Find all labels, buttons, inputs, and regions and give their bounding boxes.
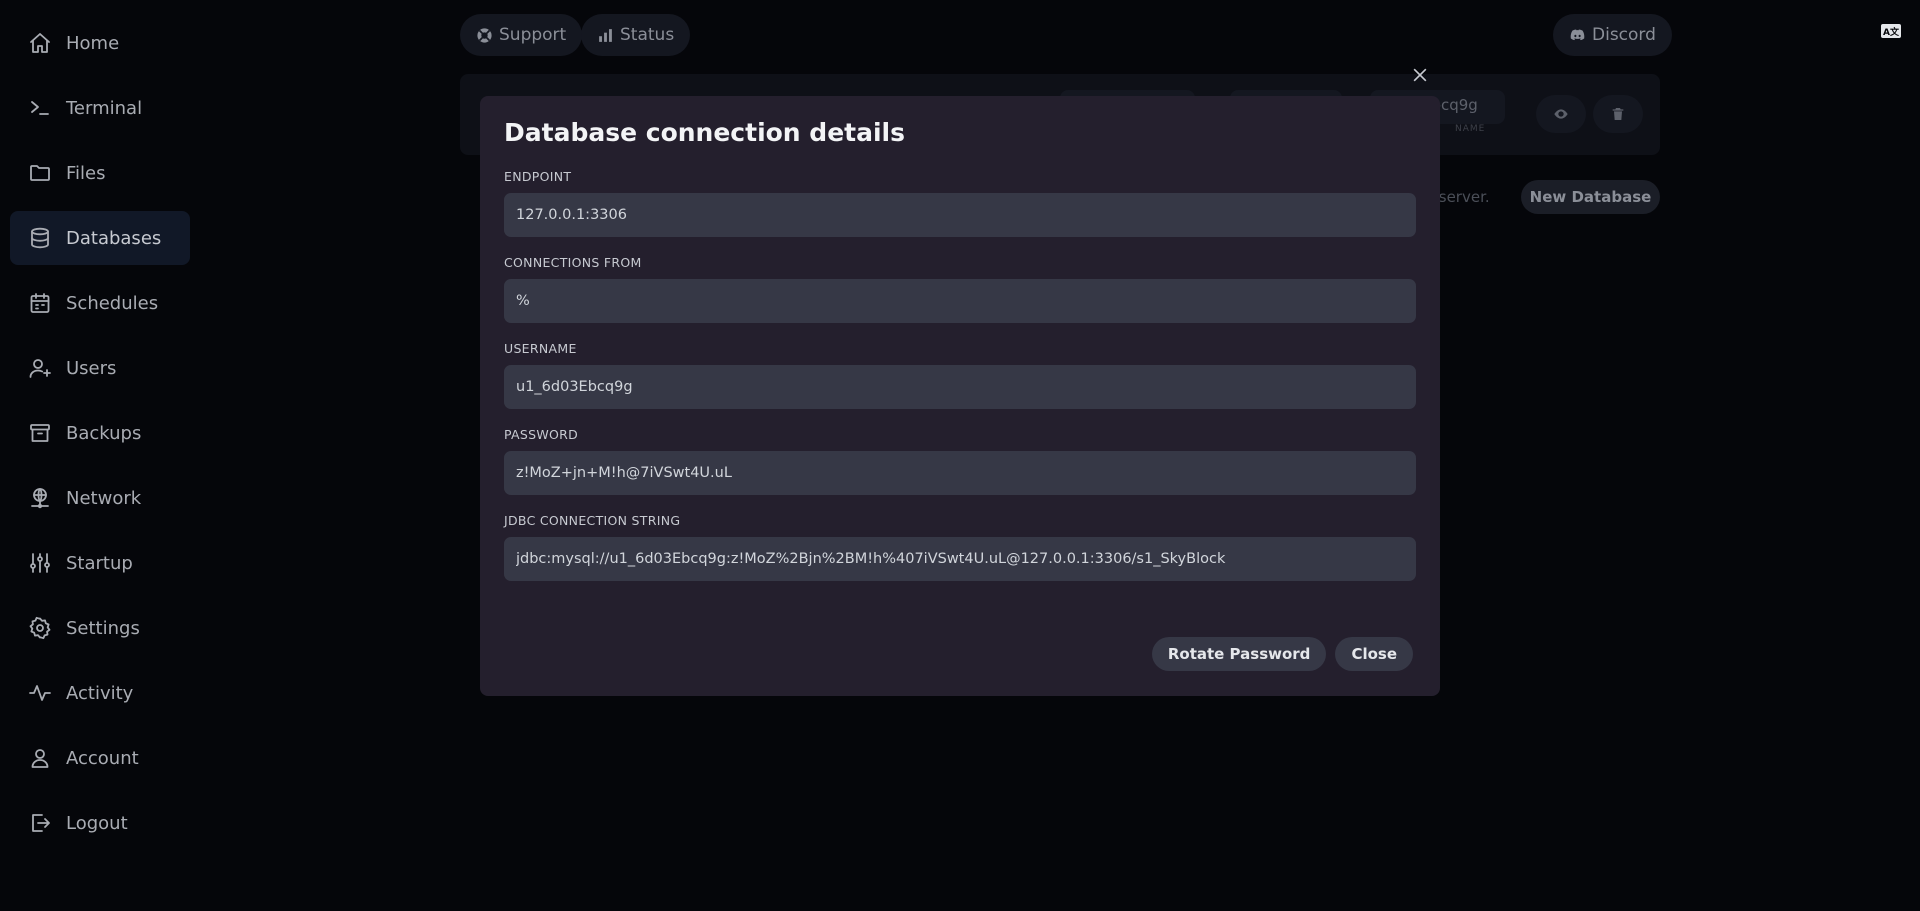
- sidebar-item-files[interactable]: Files: [10, 146, 190, 200]
- modal-actions: Rotate Password Close: [1151, 637, 1413, 671]
- status-link[interactable]: Status: [581, 14, 691, 56]
- jdbc-label: JDBC CONNECTION STRING: [504, 513, 681, 528]
- language-icon[interactable]: A文: [1881, 24, 1901, 38]
- sidebar-item-schedules[interactable]: Schedules: [10, 276, 190, 330]
- connections-from-field-group: CONNECTIONS FROM: [504, 255, 1416, 323]
- sidebar-item-account[interactable]: Account: [10, 731, 190, 785]
- calendar-icon: [28, 291, 52, 315]
- new-database-button[interactable]: New Database: [1521, 180, 1660, 214]
- sidebar-item-label: Terminal: [66, 97, 143, 119]
- sidebar-item-label: Network: [66, 487, 142, 509]
- network-icon: [28, 486, 52, 510]
- connections-from-field[interactable]: [504, 279, 1416, 323]
- sidebar-item-backups[interactable]: Backups: [10, 406, 190, 460]
- trash-icon: [1612, 108, 1624, 120]
- password-field[interactable]: [504, 451, 1416, 495]
- sidebar-item-label: Activity: [66, 682, 134, 704]
- sidebar-item-label: Files: [66, 162, 106, 184]
- discord-icon: [1570, 28, 1585, 40]
- password-label: PASSWORD: [504, 427, 579, 442]
- sidebar: Home Terminal Files Databases Schedules …: [0, 0, 200, 911]
- database-username-caption: NAME: [1455, 124, 1486, 134]
- sliders-icon: [28, 551, 52, 575]
- archive-icon: [28, 421, 52, 445]
- sidebar-item-logout[interactable]: Logout: [10, 796, 190, 850]
- terminal-icon: [28, 96, 52, 120]
- endpoint-label: ENDPOINT: [504, 169, 572, 184]
- sidebar-item-label: Account: [66, 747, 139, 769]
- modal-close-button[interactable]: [1408, 63, 1432, 87]
- sidebar-item-databases[interactable]: Databases: [10, 211, 190, 265]
- endpoint-field[interactable]: [504, 193, 1416, 237]
- delete-database-button[interactable]: [1593, 95, 1643, 133]
- user-icon: [28, 746, 52, 770]
- support-label: Support: [499, 25, 567, 45]
- discord-label: Discord: [1592, 25, 1656, 45]
- password-field-group: PASSWORD: [504, 427, 1416, 495]
- eye-icon: [1554, 109, 1568, 119]
- sidebar-item-label: Logout: [66, 812, 128, 834]
- sidebar-item-home[interactable]: Home: [10, 16, 190, 70]
- logout-icon: [28, 811, 52, 835]
- sidebar-item-terminal[interactable]: Terminal: [10, 81, 190, 135]
- support-link[interactable]: Support: [460, 14, 583, 56]
- sidebar-item-network[interactable]: Network: [10, 471, 190, 525]
- connections-from-label: CONNECTIONS FROM: [504, 255, 642, 270]
- sidebar-item-activity[interactable]: Activity: [10, 666, 190, 720]
- gear-icon: [28, 616, 52, 640]
- sidebar-item-label: Home: [66, 32, 120, 54]
- sidebar-item-startup[interactable]: Startup: [10, 536, 190, 590]
- sidebar-item-users[interactable]: Users: [10, 341, 190, 395]
- folder-icon: [28, 161, 52, 185]
- username-field[interactable]: [504, 365, 1416, 409]
- close-icon: [1413, 68, 1427, 82]
- view-details-button[interactable]: [1536, 95, 1586, 133]
- close-button[interactable]: Close: [1335, 637, 1413, 671]
- endpoint-field-group: ENDPOINT: [504, 169, 1416, 237]
- user-plus-icon: [28, 356, 52, 380]
- database-icon: [28, 226, 52, 250]
- lifebuoy-icon: [477, 27, 492, 43]
- home-icon: [28, 31, 52, 55]
- bar-chart-icon: [599, 28, 612, 42]
- sidebar-item-label: Databases: [66, 227, 162, 249]
- sidebar-item-label: Settings: [66, 617, 140, 639]
- sidebar-item-label: Startup: [66, 552, 133, 574]
- sidebar-item-label: Users: [66, 357, 117, 379]
- username-field-group: USERNAME: [504, 341, 1416, 409]
- jdbc-field-group: JDBC CONNECTION STRING: [504, 513, 1416, 581]
- sidebar-item-label: Schedules: [66, 292, 159, 314]
- jdbc-connection-string-field[interactable]: [504, 537, 1416, 581]
- modal-title: Database connection details: [504, 118, 906, 147]
- database-details-modal: Database connection details ENDPOINT CON…: [480, 96, 1440, 696]
- activity-icon: [28, 681, 52, 705]
- sidebar-item-settings[interactable]: Settings: [10, 601, 190, 655]
- discord-link[interactable]: Discord: [1553, 14, 1672, 56]
- rotate-password-button[interactable]: Rotate Password: [1151, 637, 1327, 671]
- status-label: Status: [620, 25, 675, 45]
- sidebar-item-label: Backups: [66, 422, 142, 444]
- username-label: USERNAME: [504, 341, 577, 356]
